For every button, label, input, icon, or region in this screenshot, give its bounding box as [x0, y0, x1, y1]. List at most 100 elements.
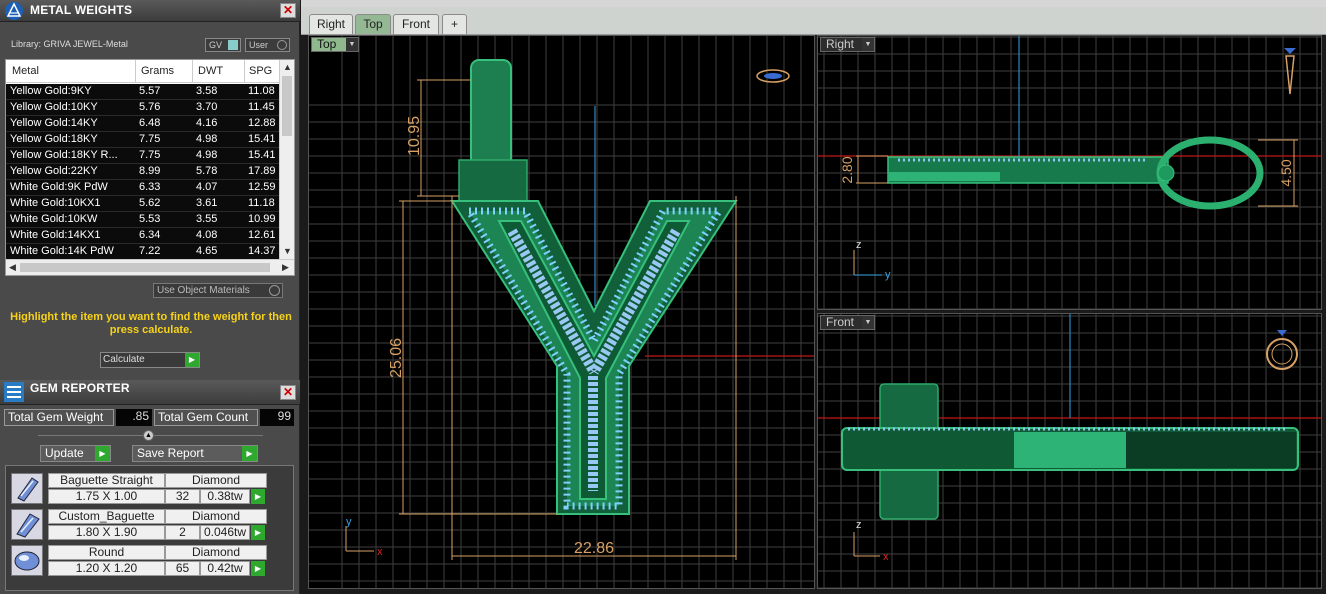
metal-name: Yellow Gold:18KY R...: [10, 149, 118, 161]
metal-table[interactable]: Metal Grams DWT SPG Yellow Gold:9KY 5.57 3…: [5, 59, 295, 276]
round-gem-icon[interactable]: [11, 545, 43, 576]
dwt-value: 5.78: [196, 165, 218, 177]
grams-value: 5.53: [139, 213, 161, 225]
col-header-metal[interactable]: Metal: [12, 65, 39, 77]
dim-main-height: 25.06: [388, 338, 405, 378]
view-label-text: Front: [826, 315, 855, 329]
tab-top[interactable]: Top: [355, 14, 391, 34]
dim-bail-height: 10.95: [406, 116, 423, 156]
right-view-canvas: 2.80 4.50 z y: [818, 36, 1321, 309]
axis-z-label: z: [856, 519, 862, 531]
save-report-button[interactable]: Save Report ▶: [132, 445, 258, 462]
viewport-right[interactable]: 2.80 4.50 z y Right ▼: [817, 35, 1322, 310]
spg-value: 15.41: [248, 149, 276, 161]
metal-weights-header: METAL WEIGHTS ✕: [0, 0, 300, 22]
chevron-down-icon[interactable]: ▼: [862, 38, 874, 51]
chevron-down-icon[interactable]: ▼: [346, 38, 358, 51]
view-label-text: Top: [317, 37, 337, 51]
table-row[interactable]: Yellow Gold:22KY 8.99 5.78 17.89: [6, 164, 280, 180]
col-header-dwt[interactable]: DWT: [198, 65, 223, 77]
dim-thickness: 2.80: [839, 156, 855, 183]
gem-weight: 0.046tw: [200, 525, 250, 540]
tab-front[interactable]: Front: [393, 14, 439, 34]
table-row[interactable]: White Gold:9K PdW 6.33 4.07 12.59: [6, 180, 280, 196]
gem-count: 2: [165, 525, 200, 540]
table-row[interactable]: Yellow Gold:18KY 7.75 4.98 15.41: [6, 132, 280, 148]
close-icon[interactable]: ✕: [280, 385, 296, 400]
update-button[interactable]: Update ▶: [40, 445, 111, 462]
col-header-grams[interactable]: Grams: [141, 65, 174, 77]
scroll-right-icon[interactable]: ▶: [282, 262, 289, 273]
update-label: Update: [45, 446, 84, 460]
viewport-front[interactable]: z x Front ▼: [817, 313, 1322, 589]
table-row[interactable]: Yellow Gold:14KY 6.48 4.16 12.88: [6, 116, 280, 132]
grams-value: 6.34: [139, 229, 161, 241]
view-label-text: Right: [826, 37, 855, 51]
gem-count: 65: [165, 561, 200, 576]
table-row[interactable]: White Gold:14KX1 6.34 4.08 12.61: [6, 228, 280, 244]
use-object-materials-radio[interactable]: [269, 285, 280, 296]
table-row[interactable]: White Gold:10KX1 5.62 3.61 11.18: [6, 196, 280, 212]
metal-name: Yellow Gold:22KY: [10, 165, 98, 177]
view-label-front[interactable]: Front ▼: [820, 315, 875, 330]
axis-y-label: y: [885, 269, 891, 281]
viewport-top[interactable]: 10.95 25.06 22.86 y x Top ▼: [308, 35, 815, 589]
gem-select-button[interactable]: ▶: [251, 489, 265, 504]
dwt-value: 3.58: [196, 85, 218, 97]
spg-value: 10.99: [248, 213, 276, 225]
calculate-button[interactable]: Calculate ▶: [100, 352, 200, 368]
scroll-up-icon[interactable]: ▲: [283, 62, 292, 72]
horizontal-scrollbar[interactable]: ◀ ▶: [6, 259, 294, 275]
chevron-down-icon[interactable]: ▼: [862, 316, 874, 329]
tab-right[interactable]: Right: [309, 14, 353, 34]
axis-z-label: z: [856, 239, 862, 251]
dwt-value: 4.16: [196, 117, 218, 129]
user-toggle[interactable]: User: [245, 38, 290, 52]
metal-name: White Gold:14KX1: [10, 229, 101, 241]
table-row[interactable]: Yellow Gold:10KY 5.76 3.70 11.45: [6, 100, 280, 116]
gem-select-button[interactable]: ▶: [251, 525, 265, 540]
gem-select-button[interactable]: ▶: [251, 561, 265, 576]
dim-ring-height: 4.50: [1278, 159, 1294, 186]
play-icon: ▶: [95, 446, 110, 461]
col-header-spg[interactable]: SPG: [249, 65, 272, 77]
scroll-thumb[interactable]: [282, 76, 292, 136]
calculate-label: Calculate: [103, 354, 145, 365]
metal-name: Yellow Gold:9KY: [10, 85, 92, 97]
user-label: User: [249, 40, 269, 50]
vertical-scrollbar[interactable]: ▲ ▼: [279, 60, 294, 260]
grams-value: 5.57: [139, 85, 161, 97]
axis-x-label: x: [377, 546, 383, 558]
view-label-right[interactable]: Right ▼: [820, 37, 875, 52]
left-panel: METAL WEIGHTS ✕ Library: GRIVA JEWEL-Met…: [0, 0, 300, 594]
table-row[interactable]: Yellow Gold:9KY 5.57 3.58 11.08: [6, 84, 280, 100]
collapse-icon[interactable]: ▲: [143, 430, 154, 441]
custom-baguette-gem-icon[interactable]: [11, 509, 43, 540]
axis-y-label: y: [346, 516, 352, 528]
gem-shape: Custom_Baguette: [48, 509, 165, 524]
scroll-thumb-h[interactable]: [20, 263, 270, 272]
grams-value: 6.48: [139, 117, 161, 129]
grams-value: 6.33: [139, 181, 161, 193]
scroll-down-icon[interactable]: ▼: [283, 246, 292, 256]
gem-reporter-title: GEM REPORTER: [30, 381, 130, 395]
scroll-left-icon[interactable]: ◀: [9, 262, 16, 273]
table-row[interactable]: Yellow Gold:18KY R... 7.75 4.98 15.41: [6, 148, 280, 164]
use-object-materials-toggle[interactable]: Use Object Materials: [153, 283, 283, 298]
calculate-hint: Highlight the item you want to find the …: [10, 311, 292, 336]
gv-toggle[interactable]: GV: [205, 38, 241, 52]
grams-value: 5.76: [139, 101, 161, 113]
table-row[interactable]: White Gold:10KW 5.53 3.55 10.99: [6, 212, 280, 228]
metal-name: White Gold:14K PdW: [10, 245, 114, 257]
total-gem-weight-value: .85: [116, 409, 152, 426]
view-label-top[interactable]: Top ▼: [311, 37, 359, 52]
spg-value: 12.61: [248, 229, 276, 241]
gem-size: 1.75 X 1.00: [48, 489, 165, 504]
table-row[interactable]: White Gold:14K PdW 7.22 4.65 14.37: [6, 244, 280, 260]
total-gem-count-value: 99: [260, 409, 294, 426]
close-icon[interactable]: ✕: [280, 3, 296, 18]
metal-weights-logo-icon: [5, 2, 23, 20]
add-tab-icon[interactable]: +: [442, 14, 467, 34]
baguette-gem-icon[interactable]: [11, 473, 43, 504]
gem-material: Diamond: [165, 509, 267, 524]
